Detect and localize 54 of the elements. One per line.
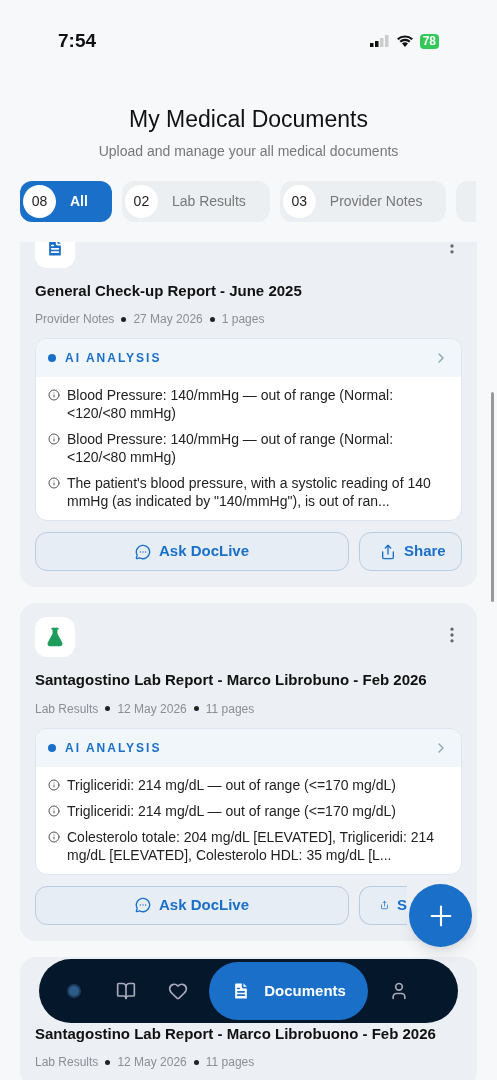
info-icon (48, 830, 60, 843)
ask-button[interactable]: Ask DocLive (35, 885, 349, 925)
page-title: My Medical Documents (129, 105, 368, 134)
info-icon (48, 389, 60, 401)
tab-count: 02 (124, 184, 158, 218)
battery-indicator: 78 (419, 33, 439, 49)
tab-count: 08 (23, 184, 56, 218)
document-card[interactable] (20, 603, 477, 941)
document-category: Lab Results (35, 700, 99, 718)
document-title: Santagostino Lab Report - Marco Librobuno - Feb 2026 (35, 670, 428, 690)
flask-icon (45, 627, 65, 647)
page-count: 11 pages (205, 700, 255, 718)
chat-icon (134, 543, 151, 560)
avatar-icon[interactable] (67, 984, 82, 998)
nav-tab[interactable]: Documents (209, 962, 368, 1020)
heart-icon[interactable] (168, 981, 189, 1001)
share-button[interactable]: S (359, 885, 407, 925)
share-icon (380, 543, 396, 560)
analysis-header[interactable]: AI ANALYSIS (36, 339, 461, 377)
document-date: 12 May 2026 (117, 1054, 187, 1071)
document-date: 12 May 2026 (117, 700, 187, 718)
analysis-label: AI ANALYSIS (65, 739, 162, 757)
tab-count: 03 (282, 184, 316, 218)
ask-button[interactable]: Ask DocLive (35, 532, 349, 571)
document-date: 27 May 2026 (133, 311, 203, 328)
wifi-icon (395, 34, 414, 48)
page-count: 1 pages (221, 311, 265, 328)
analysis-finding: Trigliceridi: 214 mg/dL — out of range (<=170 mg/dL) (67, 801, 396, 820)
analysis-finding: Blood Pressure: 140/mmHg — out of range (Normal: <120/<80 mmHg) (67, 386, 395, 422)
info-icon (48, 477, 60, 489)
signal-icon (369, 35, 390, 47)
analysis-finding: Blood Pressure: 140/mmHg — out of range (Normal: <120/<80 mmHg) (67, 430, 395, 466)
analysis-finding: Trigliceridi: 214 mg/dL — out of range (<=170 mg/dL) (67, 775, 396, 794)
status-time: 7:54 (58, 28, 97, 53)
document-card[interactable] (20, 241, 477, 587)
analysis-label: AI ANALYSIS (65, 350, 162, 367)
share-button[interactable]: Share (359, 532, 462, 571)
page-subtitle: Upload and manage your all medical documents (98, 141, 399, 161)
info-icon (48, 778, 60, 791)
chat-icon (134, 897, 151, 913)
document-category: Provider Notes (35, 311, 115, 328)
book-icon[interactable] (116, 981, 137, 1001)
analysis-finding: Colesterolo totale: 204 mg/dL [ELEVATED], Trigliceridi: 214 mg/dL [ELEVATED], Colesterolo HDL: 35 mg/dL [L... (67, 827, 436, 864)
info-icon (48, 433, 60, 445)
filter-tab[interactable]: 02 Lab Results (121, 180, 270, 222)
document-title: General Check-up Report - June 2025 (35, 280, 303, 301)
page-count: 11 pages (205, 1054, 255, 1071)
filter-tab[interactable]: 03 Provider Notes (279, 180, 447, 222)
document-category: Lab Results (35, 1054, 99, 1071)
document-title: Santagostino Lab Report - Marco Librobuono - Feb 2026 (35, 1023, 437, 1044)
info-icon (48, 804, 60, 817)
analysis-header[interactable]: AI ANALYSIS (36, 728, 461, 767)
analysis-finding: The patient's blood pressure, with a systolic reading of 140 mmHg (as indicated by "140/mmHg"), is out of ran... (67, 474, 432, 510)
filter-tab[interactable]: 08 All (20, 180, 112, 222)
